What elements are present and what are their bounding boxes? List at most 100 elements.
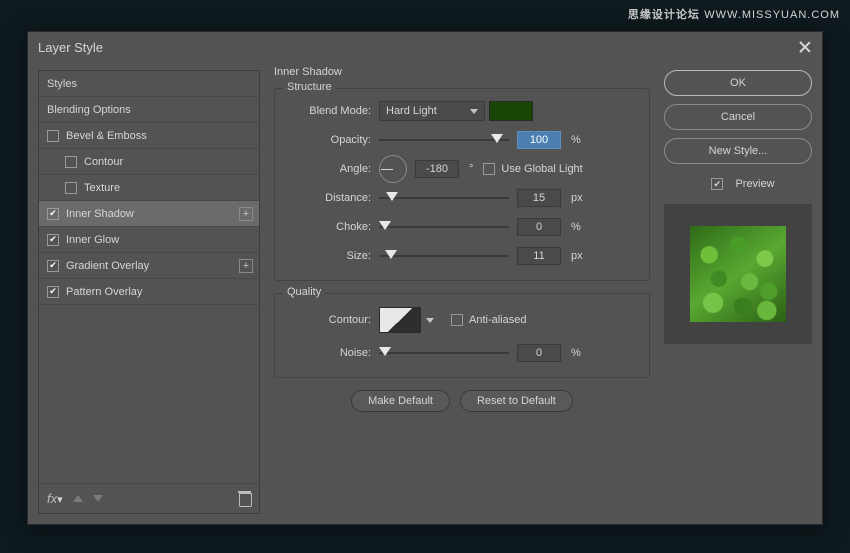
structure-fieldset: Structure Blend Mode: Hard Light Opacity…: [274, 88, 650, 281]
choke-input[interactable]: 0: [517, 218, 561, 236]
size-unit: px: [571, 250, 583, 262]
use-global-light-label: Use Global Light: [501, 163, 582, 175]
style-label: Blending Options: [47, 104, 131, 116]
preview-checkbox[interactable]: [711, 178, 723, 190]
style-label: Styles: [47, 78, 77, 90]
cancel-button[interactable]: Cancel: [664, 104, 812, 130]
angle-row: Angle: -180 ° Use Global Light: [289, 159, 635, 179]
size-input[interactable]: 11: [517, 247, 561, 265]
opacity-row: Opacity: 100 %: [289, 130, 635, 150]
angle-input[interactable]: -180: [415, 160, 459, 178]
style-checkbox[interactable]: [47, 234, 59, 246]
new-style-button[interactable]: New Style...: [664, 138, 812, 164]
noise-label: Noise:: [289, 347, 379, 359]
chevron-down-icon: [470, 109, 478, 114]
settings-panel: Inner Shadow Structure Blend Mode: Hard …: [270, 70, 654, 514]
noise-input[interactable]: 0: [517, 344, 561, 362]
opacity-unit: %: [571, 134, 581, 146]
style-row-inner-shadow[interactable]: Inner Shadow +: [39, 201, 259, 227]
angle-label: Angle:: [289, 163, 379, 175]
blend-mode-select[interactable]: Hard Light: [379, 101, 485, 121]
make-default-button[interactable]: Make Default: [351, 390, 450, 412]
watermark-url: WWW.MISSYUAN.COM: [704, 9, 840, 21]
add-effect-icon[interactable]: +: [239, 207, 253, 221]
shadow-color-swatch[interactable]: [489, 101, 533, 121]
blend-mode-value: Hard Light: [386, 105, 437, 117]
style-checkbox[interactable]: [65, 182, 77, 194]
distance-label: Distance:: [289, 192, 379, 204]
distance-row: Distance: 15 px: [289, 188, 635, 208]
dialog-body: Styles Blending Options Bevel & Emboss Cont…: [28, 62, 822, 524]
add-effect-icon[interactable]: +: [239, 259, 253, 273]
style-label: Pattern Overlay: [66, 286, 142, 298]
angle-dial[interactable]: [379, 155, 407, 183]
blend-mode-row: Blend Mode: Hard Light: [289, 101, 635, 121]
style-row-blending-options[interactable]: Blending Options: [39, 97, 259, 123]
reset-default-button[interactable]: Reset to Default: [460, 390, 573, 412]
style-label: Contour: [84, 156, 123, 168]
fx-icon[interactable]: fx▾: [47, 491, 63, 506]
choke-slider[interactable]: [379, 220, 509, 234]
contour-row: Contour: Anti-aliased: [289, 306, 635, 334]
arrow-down-icon[interactable]: [93, 495, 103, 502]
size-slider[interactable]: [379, 249, 509, 263]
style-checkbox[interactable]: [47, 286, 59, 298]
size-row: Size: 11 px: [289, 246, 635, 266]
preview-row: Preview: [664, 178, 812, 190]
style-row-inner-glow[interactable]: Inner Glow: [39, 227, 259, 253]
distance-unit: px: [571, 192, 583, 204]
dialog-titlebar[interactable]: Layer Style: [28, 32, 822, 62]
noise-unit: %: [571, 347, 581, 359]
defaults-row: Make Default Reset to Default: [274, 390, 650, 412]
style-label: Inner Shadow: [66, 208, 134, 220]
choke-unit: %: [571, 221, 581, 233]
styles-footer: fx▾: [39, 483, 259, 513]
choke-row: Choke: 0 %: [289, 217, 635, 237]
distance-input[interactable]: 15: [517, 189, 561, 207]
trash-icon[interactable]: [238, 491, 251, 506]
anti-aliased-label: Anti-aliased: [469, 314, 526, 326]
anti-aliased-checkbox[interactable]: [451, 314, 463, 326]
ok-button[interactable]: OK: [664, 70, 812, 96]
style-row-bevel-emboss[interactable]: Bevel & Emboss: [39, 123, 259, 149]
quality-legend: Quality: [283, 286, 325, 298]
opacity-slider[interactable]: [379, 133, 509, 147]
opacity-label: Opacity:: [289, 134, 379, 146]
quality-fieldset: Quality Contour: Anti-aliased Noise: 0 %: [274, 293, 650, 378]
styles-list: Styles Blending Options Bevel & Emboss Cont…: [39, 71, 259, 483]
preview-image: [690, 226, 786, 322]
blend-mode-label: Blend Mode:: [289, 105, 379, 117]
style-row-styles[interactable]: Styles: [39, 71, 259, 97]
style-row-texture[interactable]: Texture: [39, 175, 259, 201]
styles-panel: Styles Blending Options Bevel & Emboss Cont…: [38, 70, 260, 514]
structure-legend: Structure: [283, 81, 336, 93]
angle-unit: °: [469, 163, 473, 175]
contour-label: Contour:: [289, 314, 379, 326]
size-label: Size:: [289, 250, 379, 262]
style-label: Texture: [84, 182, 120, 194]
panel-title: Inner Shadow: [274, 66, 342, 78]
style-row-pattern-overlay[interactable]: Pattern Overlay: [39, 279, 259, 305]
style-checkbox[interactable]: [65, 156, 77, 168]
preview-thumbnail: [664, 204, 812, 344]
distance-slider[interactable]: [379, 191, 509, 205]
style-row-contour[interactable]: Contour: [39, 149, 259, 175]
contour-picker[interactable]: [379, 307, 421, 333]
noise-slider[interactable]: [379, 346, 509, 360]
layer-style-dialog: Layer Style Styles Blending Options Bevel …: [27, 31, 823, 525]
opacity-input[interactable]: 100: [517, 131, 561, 149]
watermark-cn: 思缘设计论坛: [628, 9, 700, 21]
close-icon[interactable]: [798, 40, 812, 54]
style-checkbox[interactable]: [47, 260, 59, 272]
style-checkbox[interactable]: [47, 208, 59, 220]
chevron-down-icon: [426, 318, 434, 323]
right-column: OK Cancel New Style... Preview: [664, 70, 812, 514]
style-label: Inner Glow: [66, 234, 119, 246]
use-global-light-checkbox[interactable]: [483, 163, 495, 175]
noise-row: Noise: 0 %: [289, 343, 635, 363]
style-checkbox[interactable]: [47, 130, 59, 142]
arrow-up-icon[interactable]: [73, 495, 83, 502]
style-row-gradient-overlay[interactable]: Gradient Overlay +: [39, 253, 259, 279]
style-label: Gradient Overlay: [66, 260, 149, 272]
page-watermark: 思缘设计论坛 WWW.MISSYUAN.COM: [628, 6, 840, 22]
